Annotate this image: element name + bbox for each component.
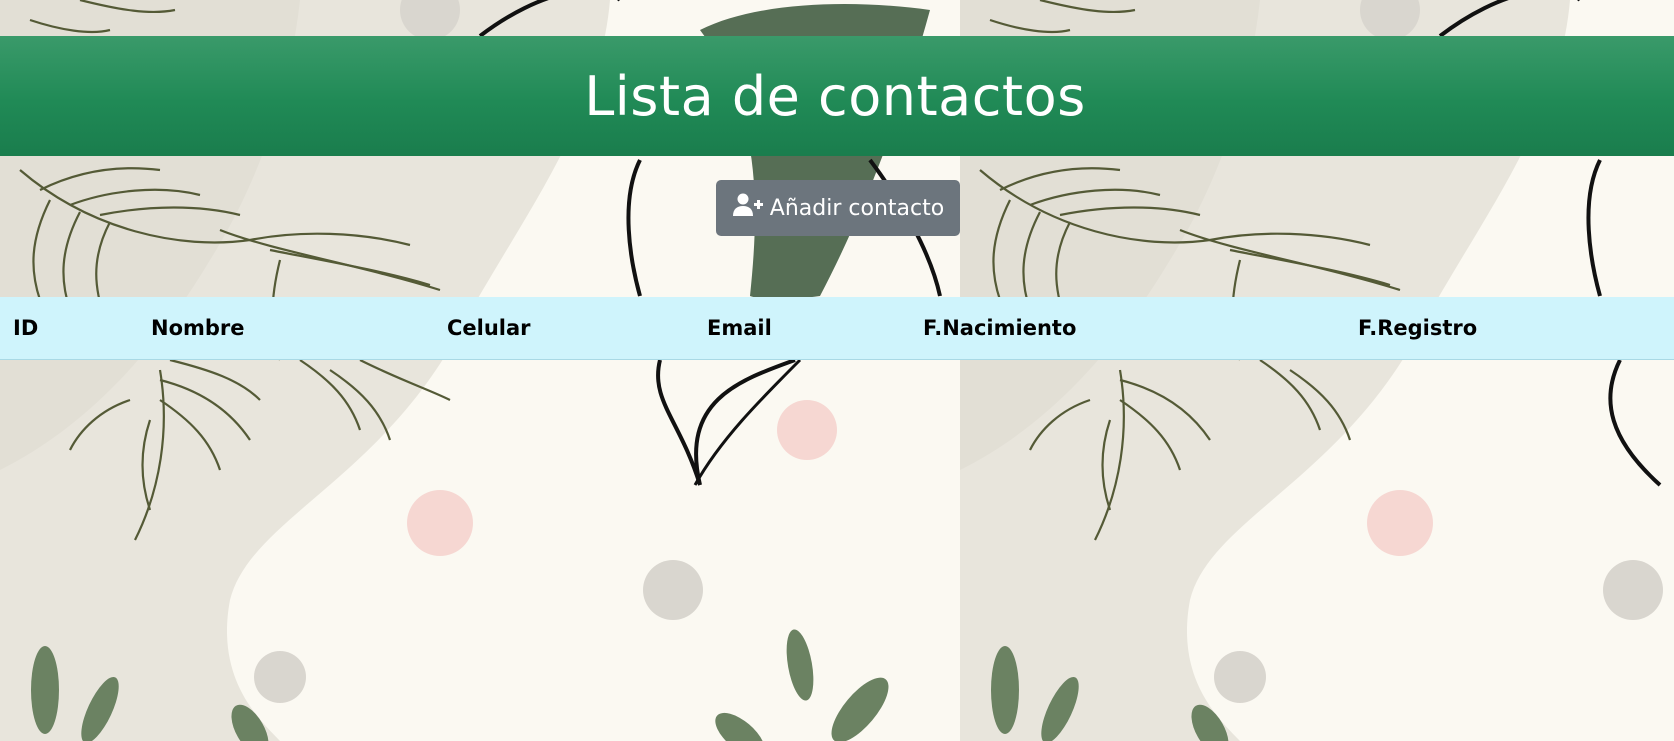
column-header-fecha-registro: F.Registro xyxy=(1358,315,1478,340)
column-header-nombre: Nombre xyxy=(151,315,245,340)
table-header-row: ID Nombre Celular Email F.Nacimiento F.R… xyxy=(0,297,1674,359)
user-plus-icon xyxy=(732,193,764,223)
add-contact-label: Añadir contacto xyxy=(769,195,945,221)
column-header-email: Email xyxy=(707,315,772,340)
add-contact-button[interactable]: Añadir contacto xyxy=(716,180,960,236)
column-header-fecha-nacimiento: F.Nacimiento xyxy=(923,315,1077,340)
table-header: ID Nombre Celular Email F.Nacimiento F.R… xyxy=(0,297,1674,359)
page-title: Lista de contactos xyxy=(584,64,1086,128)
contacts-table-container: ID Nombre Celular Email F.Nacimiento F.R… xyxy=(0,297,1674,360)
contacts-table: ID Nombre Celular Email F.Nacimiento F.R… xyxy=(0,297,1674,360)
page-header: Lista de contactos xyxy=(0,36,1674,156)
column-header-celular: Celular xyxy=(447,315,531,340)
column-header-id: ID xyxy=(13,315,39,340)
